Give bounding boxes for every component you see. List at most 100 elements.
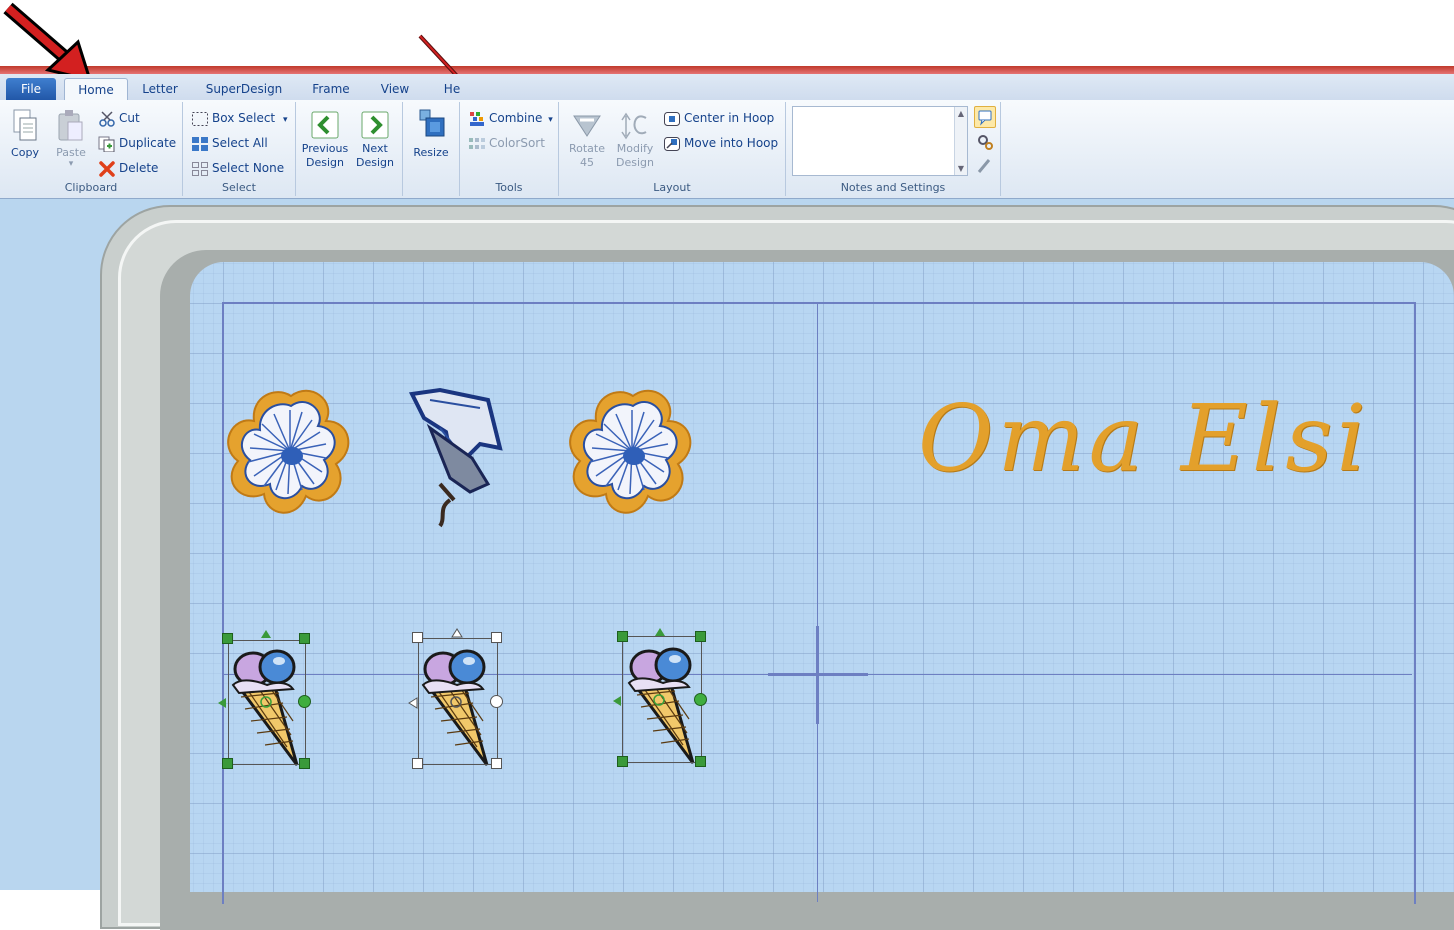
paste-button[interactable]: Paste ▾ bbox=[50, 108, 92, 169]
group-notes-settings: ▲ ▼ Notes and Settings bbox=[786, 102, 1001, 196]
tab-view[interactable]: View bbox=[370, 78, 420, 100]
combine-dropdown-icon[interactable]: ▾ bbox=[548, 115, 553, 125]
next-design-label-1: Next bbox=[362, 142, 388, 155]
select-none-button[interactable]: Select None bbox=[191, 158, 284, 178]
cut-button[interactable]: Cut bbox=[98, 108, 140, 128]
colorsort-label: ColorSort bbox=[489, 136, 545, 150]
resize-handle[interactable] bbox=[299, 758, 310, 769]
previous-design-button[interactable]: Previous Design bbox=[298, 110, 352, 170]
colorsort-button[interactable]: ColorSort bbox=[468, 133, 545, 153]
scroll-down-icon[interactable]: ▼ bbox=[955, 164, 967, 173]
top-row-designs bbox=[227, 387, 692, 528]
bell-design-icon bbox=[408, 387, 503, 528]
scroll-up-icon[interactable]: ▲ bbox=[955, 109, 967, 118]
paste-label: Paste bbox=[56, 146, 86, 159]
group-resize: Resize bbox=[403, 102, 460, 196]
tab-help[interactable]: He bbox=[432, 78, 472, 100]
group-layout: Rotate 45 Modify Design Center in Hoop M… bbox=[559, 102, 786, 196]
tab-superdesign[interactable]: SuperDesign bbox=[198, 78, 290, 100]
hoop-center-cross-v bbox=[816, 626, 819, 724]
paste-dropdown-icon[interactable]: ▾ bbox=[50, 160, 92, 169]
paste-icon bbox=[58, 110, 83, 141]
resize-label: Resize bbox=[413, 146, 449, 159]
embroidery-text-oma-elsi[interactable]: Oma Elsi bbox=[918, 385, 1370, 492]
resize-handle[interactable] bbox=[695, 756, 706, 767]
flip-handle-icon bbox=[451, 628, 463, 638]
center-in-hoop-icon bbox=[664, 111, 680, 126]
duplicate-label: Duplicate bbox=[119, 136, 177, 150]
resize-handle[interactable] bbox=[491, 758, 502, 769]
combine-icon bbox=[470, 111, 484, 126]
ribbon-home: Copy Paste ▾ Cut Duplicate Delete Clipbo… bbox=[0, 100, 1454, 199]
flip-handle-icon bbox=[218, 698, 226, 708]
group-label-clipboard: Clipboard bbox=[64, 181, 118, 194]
select-none-label: Select None bbox=[212, 161, 285, 175]
colorsort-icon bbox=[469, 137, 485, 149]
modify-design-icon bbox=[621, 112, 647, 140]
notes-textarea[interactable]: ▲ ▼ bbox=[792, 106, 968, 176]
duplicate-icon bbox=[98, 136, 115, 152]
resize-handle[interactable] bbox=[412, 758, 423, 769]
pencil-icon bbox=[977, 159, 991, 173]
tab-letter[interactable]: Letter bbox=[136, 78, 184, 100]
next-design-label-2: Design bbox=[356, 156, 394, 169]
notes-scrollbar[interactable]: ▲ ▼ bbox=[954, 107, 967, 175]
resize-icon bbox=[419, 109, 445, 137]
edit-button[interactable] bbox=[975, 156, 995, 176]
flower-design-left-icon bbox=[227, 389, 350, 514]
select-all-button[interactable]: Select All bbox=[191, 133, 268, 153]
rotate-45-button[interactable]: Rotate 45 bbox=[565, 110, 609, 170]
tab-frame[interactable]: Frame bbox=[304, 78, 358, 100]
center-in-hoop-button[interactable]: Center in Hoop bbox=[663, 108, 774, 128]
resize-handle[interactable] bbox=[617, 756, 628, 767]
tab-file[interactable]: File bbox=[6, 78, 56, 100]
copy-button[interactable]: Copy bbox=[4, 108, 46, 160]
tab-home[interactable]: Home bbox=[64, 78, 128, 102]
move-into-hoop-icon bbox=[664, 136, 680, 151]
notes-button[interactable] bbox=[974, 106, 996, 128]
duplicate-button[interactable]: Duplicate bbox=[98, 133, 176, 153]
arrow-right-icon bbox=[361, 111, 389, 139]
resize-button[interactable]: Resize bbox=[407, 108, 455, 160]
next-design-button[interactable]: Next Design bbox=[350, 110, 400, 170]
group-label-tools: Tools bbox=[495, 181, 523, 194]
select-none-icon bbox=[192, 161, 208, 176]
move-into-hoop-button[interactable]: Move into Hoop bbox=[663, 133, 778, 153]
rotate-label-1: Rotate bbox=[568, 142, 605, 155]
scissors-icon bbox=[99, 110, 115, 127]
modify-design-label-2: Design bbox=[616, 156, 654, 169]
box-select-icon bbox=[192, 111, 208, 126]
group-tools: Combine ▾ ColorSort Tools bbox=[460, 102, 559, 196]
select-all-label: Select All bbox=[212, 136, 268, 150]
notes-speech-icon bbox=[978, 110, 992, 126]
delete-x-icon bbox=[99, 160, 115, 177]
resize-handle[interactable] bbox=[222, 758, 233, 769]
flip-handle-icon bbox=[261, 630, 271, 638]
ribbon-tab-bar: File Home Letter SuperDesign Frame View … bbox=[0, 74, 1454, 102]
rotate-icon bbox=[573, 115, 601, 137]
arrow-to-file-tab-icon bbox=[3, 2, 93, 83]
delete-button[interactable]: Delete bbox=[98, 158, 158, 178]
flip-handles[interactable] bbox=[215, 625, 715, 715]
modify-design-button[interactable]: Modify Design bbox=[611, 110, 659, 170]
flower-design-right-icon bbox=[569, 389, 692, 514]
box-select-button[interactable]: Box Select ▾ bbox=[191, 108, 288, 128]
arrow-left-icon bbox=[311, 111, 339, 139]
combine-button[interactable]: Combine ▾ bbox=[468, 108, 553, 128]
flip-handle-icon bbox=[613, 696, 621, 706]
previous-design-label-2: Design bbox=[306, 156, 344, 169]
modify-design-label-1: Modify bbox=[616, 142, 654, 155]
settings-button[interactable] bbox=[975, 132, 995, 152]
center-vertical-line bbox=[817, 302, 818, 902]
group-label-notes: Notes and Settings bbox=[840, 181, 946, 194]
previous-design-label-1: Previous bbox=[301, 142, 349, 155]
group-label-layout: Layout bbox=[653, 181, 691, 194]
box-select-label: Box Select bbox=[212, 111, 276, 125]
cut-label: Cut bbox=[119, 111, 140, 125]
box-select-dropdown-icon[interactable]: ▾ bbox=[283, 115, 288, 125]
rotate-label-2: 45 bbox=[580, 156, 594, 169]
gear-icon bbox=[978, 135, 993, 150]
flip-handle-icon bbox=[655, 628, 665, 636]
copy-icon bbox=[13, 109, 37, 141]
center-in-hoop-label: Center in Hoop bbox=[684, 111, 775, 125]
